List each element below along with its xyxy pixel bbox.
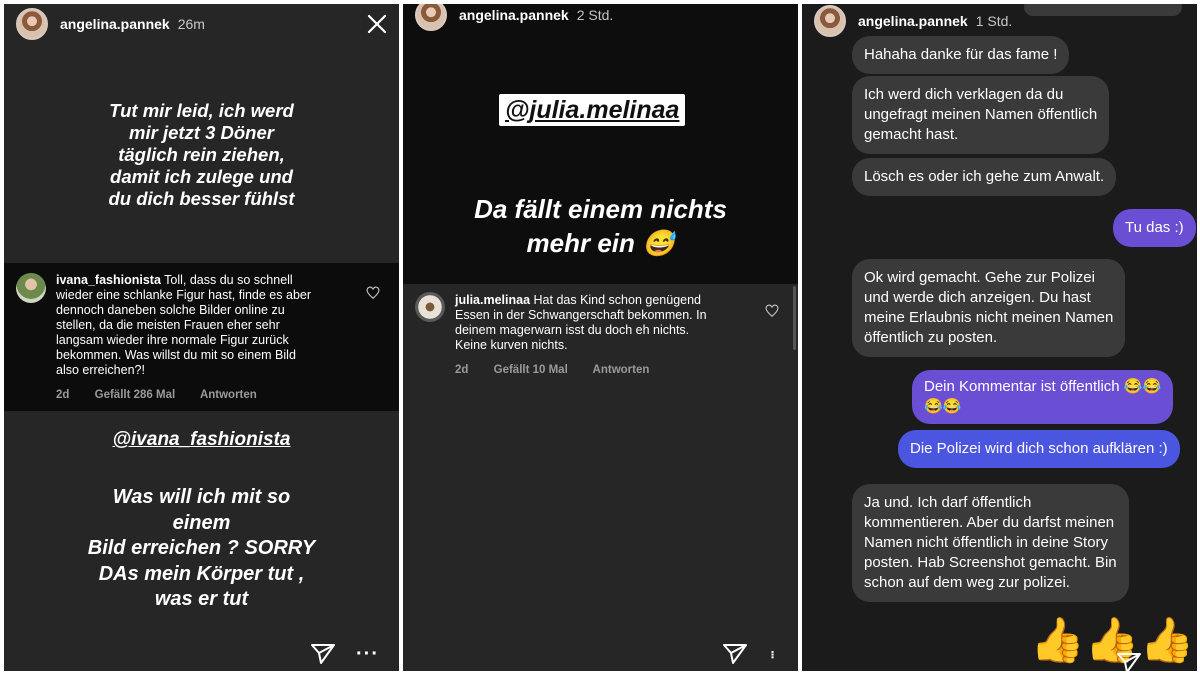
sent-message: Dein Kommentar ist öffentlich 😂😂 😂😂 xyxy=(912,370,1174,424)
story-header: angelina.pannek 2 Std. xyxy=(403,4,798,31)
sent-message: Tu das :) xyxy=(1113,209,1196,247)
like-heart-icon[interactable] xyxy=(366,286,380,300)
story-footer: ··· xyxy=(310,643,379,665)
story-text: Tut mir leid, ich werd mir jetzt 3 Döner… xyxy=(108,100,295,209)
avatar[interactable] xyxy=(814,5,846,37)
mention-sticker: @julia.melinaa xyxy=(499,94,686,126)
commenter-username[interactable]: ivana_fashionista xyxy=(56,273,161,287)
avatar[interactable] xyxy=(415,4,447,31)
timestamp: 26m xyxy=(177,16,205,32)
story-header: angelina.pannek 26m xyxy=(4,4,399,44)
more-options-icon[interactable]: ··· xyxy=(765,650,781,658)
comment-card: ivana_fashionista Toll, dass du so schne… xyxy=(4,263,399,411)
mention-link[interactable]: @julia.melinaa xyxy=(505,95,679,125)
received-message: Ok wird gemacht. Gehe zur Polizei und we… xyxy=(852,259,1126,357)
received-message: Ja und. Ich darf öffentlich kommentieren… xyxy=(852,484,1129,602)
timestamp: 1 Std. xyxy=(975,13,1013,29)
thumbs-up-emoji: 👍👍👍 xyxy=(1030,616,1195,665)
commenter-avatar[interactable] xyxy=(16,273,46,303)
comment-age: 2d xyxy=(455,364,469,376)
commenter-username[interactable]: julia.melinaa xyxy=(455,293,530,307)
scrollbar[interactable] xyxy=(793,286,796,350)
received-message: Hahaha danke für das fame ! xyxy=(852,36,1070,74)
username[interactable]: angelina.pannek xyxy=(60,16,170,32)
story-panel-1: angelina.pannek 26m Tut mir leid, ich we… xyxy=(4,4,399,671)
comment-meta: 2d Gefällt 286 Mal Antworten xyxy=(56,389,279,401)
avatar[interactable] xyxy=(16,8,48,40)
like-heart-icon[interactable] xyxy=(765,304,779,318)
story-panel-2: angelina.pannek 2 Std. @julia.melinaa Da… xyxy=(403,4,798,671)
comment-likes[interactable]: Gefällt 286 Mal xyxy=(95,389,176,401)
story-footer: ··· xyxy=(722,643,781,665)
sent-message: Die Polizei wird dich schon aufklären :) xyxy=(898,430,1180,468)
send-icon[interactable] xyxy=(310,643,336,665)
close-icon[interactable] xyxy=(365,12,389,36)
comment-text: ivana_fashionista Toll, dass du so schne… xyxy=(56,273,312,377)
comment-text: julia.melinaa Hat das Kind schon genügen… xyxy=(455,293,707,352)
send-icon[interactable] xyxy=(722,643,748,665)
username[interactable]: angelina.pannek xyxy=(459,7,569,23)
reply-link[interactable]: Antworten xyxy=(200,389,257,401)
more-options-icon[interactable]: ··· xyxy=(356,644,379,664)
send-icon[interactable] xyxy=(1116,652,1142,671)
reply-story-text: Was will ich mit so einem Bild erreichen… xyxy=(87,486,316,610)
comment-card: julia.melinaa Hat das Kind schon genügen… xyxy=(403,284,798,388)
comment-likes[interactable]: Gefällt 10 Mal xyxy=(494,364,568,376)
commenter-avatar[interactable] xyxy=(415,292,445,322)
previous-message-bubble xyxy=(1024,4,1182,16)
story-panel-3: angelina.pannek 1 Std. Hahaha danke für … xyxy=(802,4,1197,671)
story-text: Da fällt einem nichts mehr ein 😅 xyxy=(474,194,727,258)
story-background xyxy=(403,388,798,671)
comment-meta: 2d Gefällt 10 Mal Antworten xyxy=(455,364,671,376)
username[interactable]: angelina.pannek xyxy=(858,13,968,29)
reply-link[interactable]: Antworten xyxy=(593,364,650,376)
received-message: Ich werd dich verklagen da du ungefragt … xyxy=(852,76,1110,154)
mention-text: @ivana_fashionista xyxy=(4,428,399,452)
comment-age: 2d xyxy=(56,389,70,401)
received-message: Lösch es oder ich gehe zum Anwalt. xyxy=(852,158,1117,196)
mention-link[interactable]: @ivana_fashionista xyxy=(113,428,291,452)
timestamp: 2 Std. xyxy=(576,7,614,23)
